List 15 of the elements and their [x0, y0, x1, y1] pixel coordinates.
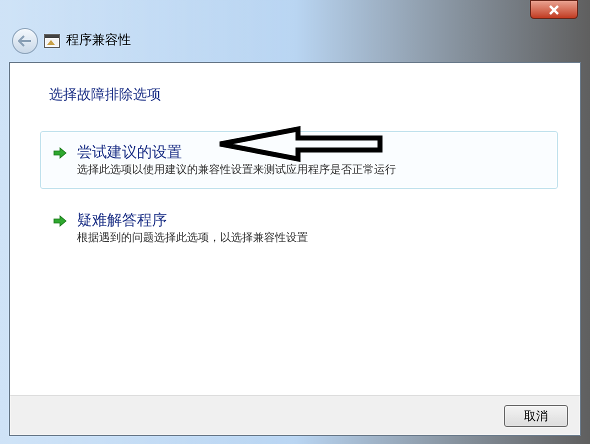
program-icon — [44, 34, 60, 48]
option-title: 疑难解答程序 — [77, 210, 167, 230]
cancel-button[interactable]: 取消 — [504, 404, 568, 426]
page-heading: 选择故障排除选项 — [49, 86, 162, 105]
arrow-right-icon — [53, 147, 67, 159]
option-link[interactable]: 疑难解答程序 根据遇到的问题选择此选项，以选择兼容性设置 — [40, 199, 558, 257]
option-description: 根据遇到的问题选择此选项，以选择兼容性设置 — [77, 230, 308, 246]
option-title: 尝试建议的设置 — [77, 142, 182, 162]
option-link[interactable]: 尝试建议的设置 选择此选项以使用建议的兼容性设置来测试应用程序是否正常运行 — [40, 131, 558, 189]
option-description: 选择此选项以使用建议的兼容性设置来测试应用程序是否正常运行 — [77, 162, 396, 178]
close-icon — [548, 4, 560, 14]
back-arrow-icon — [18, 35, 32, 47]
close-button[interactable] — [530, 0, 578, 19]
window-title: 程序兼容性 — [66, 32, 131, 50]
arrow-right-icon — [53, 215, 67, 227]
